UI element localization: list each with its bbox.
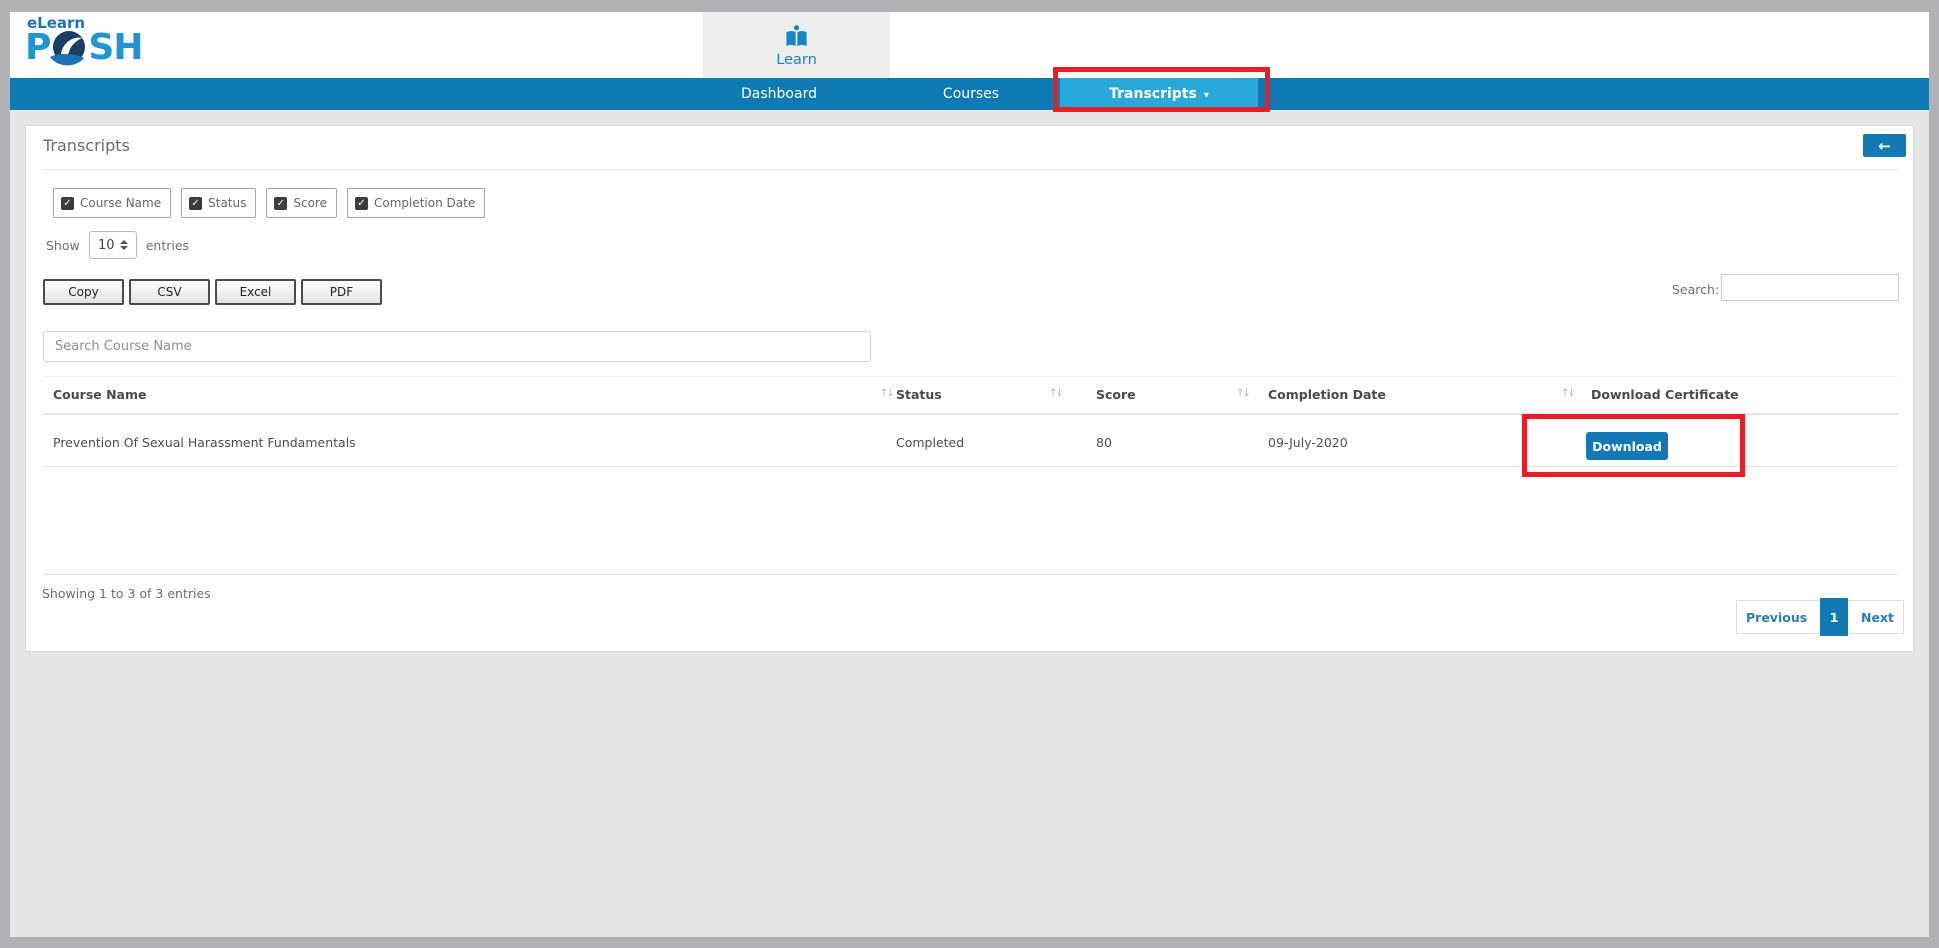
stepper-arrows-icon <box>120 240 128 250</box>
pdf-button[interactable]: PDF <box>301 279 382 305</box>
arrow-down-icon <box>120 246 128 250</box>
nav-item-courses[interactable]: Courses <box>943 78 999 110</box>
column-header-completion-date[interactable]: Completion Date <box>1268 387 1386 402</box>
cell-status: Completed <box>896 435 964 450</box>
column-toggle-course-name[interactable]: ✓ Course Name <box>53 188 171 218</box>
excel-button[interactable]: Excel <box>215 279 296 305</box>
arrow-up-icon <box>120 240 128 244</box>
sort-icon[interactable]: ↑↓ <box>1049 388 1062 399</box>
page-title: Transcripts <box>43 136 130 155</box>
tab-learn[interactable]: Learn <box>703 12 890 78</box>
table-bottom-border <box>43 574 1898 575</box>
page-length-value: 10 <box>98 238 115 253</box>
column-toggle-group: ✓ Course Name ✓ Status ✓ Score ✓ Complet… <box>53 188 485 218</box>
book-reader-icon <box>783 23 810 50</box>
show-label: Show <box>46 238 80 253</box>
page-length-control: Show 10 entries <box>46 231 189 259</box>
table-search-input[interactable] <box>1721 274 1899 301</box>
checkbox-checked-icon: ✓ <box>61 197 74 210</box>
table-header-top-border <box>43 376 1898 377</box>
checkbox-checked-icon: ✓ <box>355 197 368 210</box>
column-header-score[interactable]: Score <box>1096 387 1136 402</box>
title-divider <box>43 169 1898 170</box>
main-navbar: Dashboard Courses Transcripts ▾ <box>10 78 1929 110</box>
app-window: eLearn P SH Learn <box>10 12 1929 937</box>
cell-completion-date: 09-July-2020 <box>1268 435 1348 450</box>
cell-course-name: Prevention Of Sexual Harassment Fundamen… <box>53 435 356 450</box>
next-page-button[interactable]: Next <box>1852 610 1903 625</box>
back-arrow-icon: ← <box>1878 137 1891 155</box>
sort-icon[interactable]: ↑↓ <box>880 388 893 399</box>
entries-summary: Showing 1 to 3 of 3 entries <box>42 586 211 601</box>
checkbox-checked-icon: ✓ <box>189 197 202 210</box>
back-button[interactable]: ← <box>1863 134 1906 157</box>
logo-posh-text: P SH <box>25 26 142 70</box>
column-header-download-certificate: Download Certificate <box>1591 387 1739 402</box>
brand-logo[interactable]: eLearn P SH <box>25 14 142 70</box>
logo-letter-p: P <box>25 28 50 68</box>
column-toggle-status[interactable]: ✓ Status <box>181 188 256 218</box>
annotation-box-transcripts <box>1053 67 1270 112</box>
sort-icon[interactable]: ↑↓ <box>1561 388 1574 399</box>
toggle-label: Status <box>208 196 246 210</box>
top-header: eLearn P SH Learn <box>10 12 1929 78</box>
pagination: Previous 1 Next <box>1736 600 1904 634</box>
transcripts-card: Transcripts ← ✓ Course Name ✓ Status ✓ S… <box>25 125 1914 652</box>
annotation-box-download <box>1522 414 1745 477</box>
export-button-group: Copy CSV Excel PDF <box>43 279 382 305</box>
copy-button[interactable]: Copy <box>43 279 124 305</box>
csv-button[interactable]: CSV <box>129 279 210 305</box>
toggle-label: Course Name <box>80 196 161 210</box>
cell-score: 80 <box>1096 435 1112 450</box>
logo-o-hand-icon <box>49 28 89 72</box>
column-toggle-completion-date[interactable]: ✓ Completion Date <box>347 188 485 218</box>
previous-page-button[interactable]: Previous <box>1737 610 1816 625</box>
column-header-course-name[interactable]: Course Name <box>53 387 147 402</box>
toggle-label: Completion Date <box>374 196 475 210</box>
column-header-status[interactable]: Status <box>896 387 942 402</box>
course-name-search-input[interactable] <box>43 331 871 362</box>
current-page-button[interactable]: 1 <box>1820 598 1848 636</box>
nav-item-dashboard[interactable]: Dashboard <box>741 78 817 110</box>
logo-letters-sh: SH <box>88 28 142 68</box>
column-toggle-score[interactable]: ✓ Score <box>266 188 337 218</box>
toggle-label: Score <box>293 196 327 210</box>
entries-label: entries <box>146 238 189 253</box>
search-label: Search: <box>1672 282 1719 297</box>
page-length-select[interactable]: 10 <box>89 231 137 259</box>
checkbox-checked-icon: ✓ <box>274 197 287 210</box>
sort-icon[interactable]: ↑↓ <box>1236 388 1249 399</box>
tab-learn-label: Learn <box>776 52 817 68</box>
